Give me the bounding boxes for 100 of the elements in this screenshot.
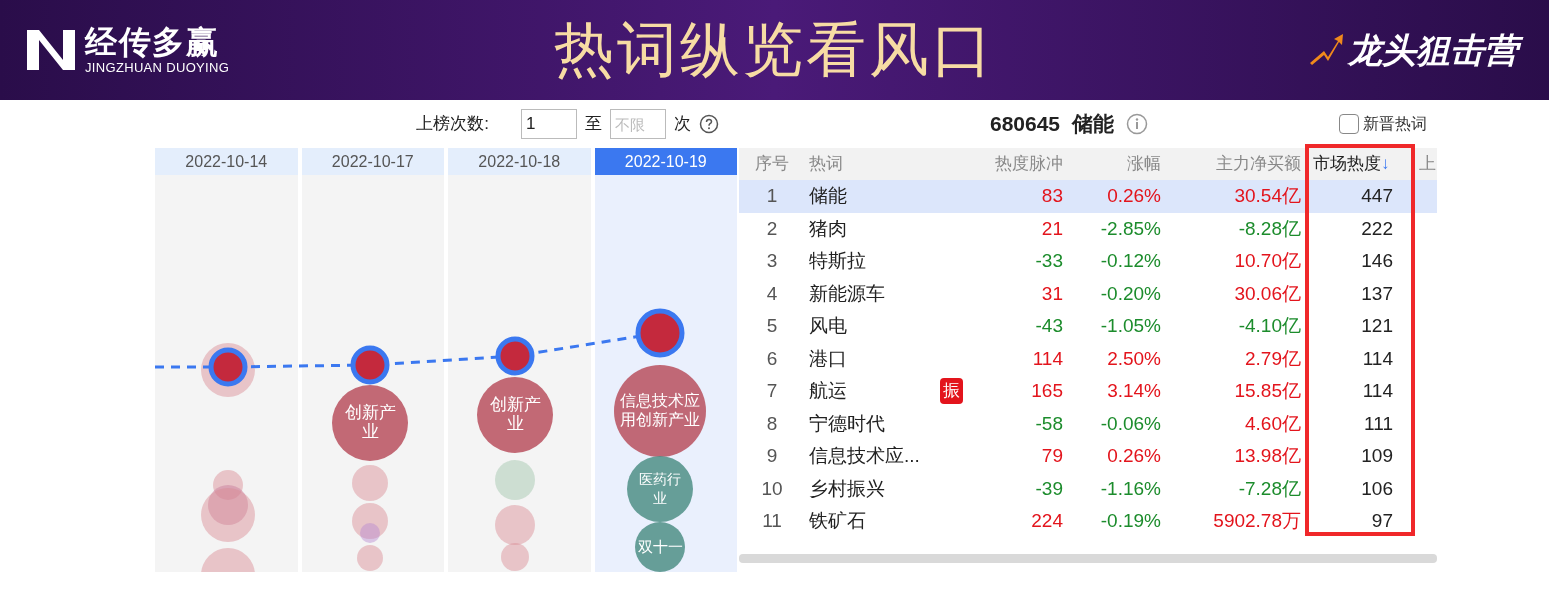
table-cell-text: 5902.78万 xyxy=(1212,509,1301,533)
brand-subtitle: JINGZHUAN DUOYING xyxy=(85,60,230,76)
table-cell-text: 2.50% xyxy=(1106,346,1161,371)
table-cell-text: 9 xyxy=(765,444,779,468)
bubble[interactable] xyxy=(201,488,255,542)
arrow-icon xyxy=(1308,33,1344,67)
bubble[interactable] xyxy=(477,377,553,453)
table-cell-text: 13.98亿 xyxy=(1233,444,1301,468)
table-cell-text: 0.26% xyxy=(1106,184,1161,208)
new-words-checkbox[interactable] xyxy=(1339,114,1359,134)
table-cell-text: 10.70亿 xyxy=(1233,249,1301,273)
table-cell-text: 猪肉 xyxy=(808,216,848,241)
info-icon[interactable] xyxy=(1126,113,1149,135)
table-cell-text: -33 xyxy=(1034,249,1063,273)
table-cell-text: 新能源车 xyxy=(808,281,886,306)
highlighted-bubble[interactable] xyxy=(350,345,390,385)
bubble-label: 双十一 xyxy=(636,537,684,556)
table-row[interactable]: 1 储能 83 0.26% 30.54亿 447 xyxy=(739,180,1437,213)
table-cell-text: 10 xyxy=(760,476,784,501)
table-cell-text: -1.05% xyxy=(1099,314,1161,338)
table-cell-text: -1.16% xyxy=(1099,476,1161,501)
table-cell-text: 风电 xyxy=(808,314,848,338)
table-cell-text: 储能 xyxy=(808,184,848,208)
table-cell-text: 信息技术应... xyxy=(808,444,921,468)
table-cell-text: 1 xyxy=(765,184,779,208)
help-icon[interactable] xyxy=(699,114,719,134)
table-cell-text: 2 xyxy=(765,216,779,241)
table-cell-text: 0.26% xyxy=(1106,444,1161,468)
table-cell-text: 航运 xyxy=(808,379,848,403)
date-tab[interactable]: 2022-10-14 xyxy=(155,148,298,175)
table-cell-text: -7.28亿 xyxy=(1237,476,1301,501)
table-cell-text: 106 xyxy=(1360,476,1394,501)
table-cell-text: 79 xyxy=(1040,444,1063,468)
bubble[interactable] xyxy=(332,385,408,461)
table-cell-text: 111 xyxy=(1363,411,1394,436)
highlighted-bubble[interactable] xyxy=(635,308,685,358)
bubble[interactable] xyxy=(614,365,706,457)
table-cell-text: 4 xyxy=(765,281,779,306)
table-cell-text: -2.85% xyxy=(1099,216,1161,241)
min-count-field[interactable]: 1 xyxy=(521,109,577,139)
table-cell-text: -0.19% xyxy=(1099,509,1161,533)
table-cell-text: -0.20% xyxy=(1099,281,1161,306)
table-cell-text: 5 xyxy=(765,314,779,338)
date-tab[interactable]: 2022-10-17 xyxy=(301,148,444,175)
table-cell-text: 31 xyxy=(1040,281,1063,306)
table-cell-text: 114 xyxy=(1031,346,1063,371)
table-cell-text: -43 xyxy=(1034,314,1063,338)
horizontal-scrollbar[interactable] xyxy=(739,553,1437,563)
table-cell-text: 4.60亿 xyxy=(1244,411,1301,436)
table-cell-text: 7 xyxy=(765,379,779,403)
table-cell-text: 2.79亿 xyxy=(1244,346,1301,371)
table-cell-text: 15.85亿 xyxy=(1233,379,1301,403)
table-cell-text: -58 xyxy=(1034,411,1063,436)
max-count-field[interactable]: 不限 xyxy=(610,109,666,139)
table-cell-text: 11 xyxy=(761,509,783,533)
table-cell-text: -0.06% xyxy=(1099,411,1161,436)
table-cell-text: 165 xyxy=(1030,379,1063,403)
banner-title: 热词纵览看风口 xyxy=(554,15,995,85)
brand-name: 经传多赢 xyxy=(85,24,221,60)
stock-name: 储能 xyxy=(1072,111,1115,138)
stock-code: 680645 xyxy=(989,111,1061,138)
table-cell-text: 8 xyxy=(765,411,779,436)
table-cell-text: 447 xyxy=(1360,184,1394,208)
table-cell-text: 铁矿石 xyxy=(808,509,867,533)
table-cell-text: 97 xyxy=(1370,509,1394,533)
range-separator: 至 xyxy=(585,113,602,136)
bubble-label: 信息技术应用创新产业 xyxy=(619,391,701,429)
bubble-label: 创新产业 xyxy=(488,395,542,433)
table-cell-text: 宁德时代 xyxy=(808,411,886,436)
table-cell-text: 146 xyxy=(1360,249,1394,273)
bubble-label: 医药行业 xyxy=(638,470,682,508)
unit-label: 次 xyxy=(674,113,691,136)
column-header[interactable]: 市场热度↓ xyxy=(1301,148,1411,180)
highlighted-bubble[interactable] xyxy=(495,336,535,376)
bubble[interactable] xyxy=(627,456,693,522)
new-words-label: 新晋热词 xyxy=(1363,114,1427,134)
table-cell-text: 30.54亿 xyxy=(1233,184,1301,208)
table-cell-text: 港口 xyxy=(808,346,848,371)
table-cell-text: -39 xyxy=(1034,476,1063,501)
date-tab[interactable]: 2022-10-18 xyxy=(448,148,591,175)
bubble-label: 创新产业 xyxy=(343,403,397,441)
flag-badge: 振 xyxy=(939,378,963,405)
table-cell-text: 83 xyxy=(1040,184,1063,208)
table-cell-text: 224 xyxy=(1030,509,1063,533)
table-cell-text: 114 xyxy=(1361,379,1394,403)
table-cell-text: 3.14% xyxy=(1106,379,1161,403)
table-cell-text: 137 xyxy=(1360,281,1394,306)
bubble[interactable] xyxy=(635,522,685,572)
table-cell-text: -0.12% xyxy=(1099,249,1161,273)
table-cell-text: 30.06亿 xyxy=(1233,281,1301,306)
date-tab[interactable]: 2022-10-19 xyxy=(594,148,737,175)
table-cell-text: 222 xyxy=(1360,216,1394,241)
table-cell-text: -8.28亿 xyxy=(1237,216,1301,241)
table-cell-text: 乡村振兴 xyxy=(808,476,886,501)
highlighted-bubble[interactable] xyxy=(208,347,248,387)
table-cell-text: 21 xyxy=(1040,216,1063,241)
table-cell-text: 121 xyxy=(1360,314,1394,338)
table-cell-text: -4.10亿 xyxy=(1237,314,1301,338)
table-cell-text: 3 xyxy=(765,249,779,273)
filter-label: 上榜次数: xyxy=(416,113,489,136)
